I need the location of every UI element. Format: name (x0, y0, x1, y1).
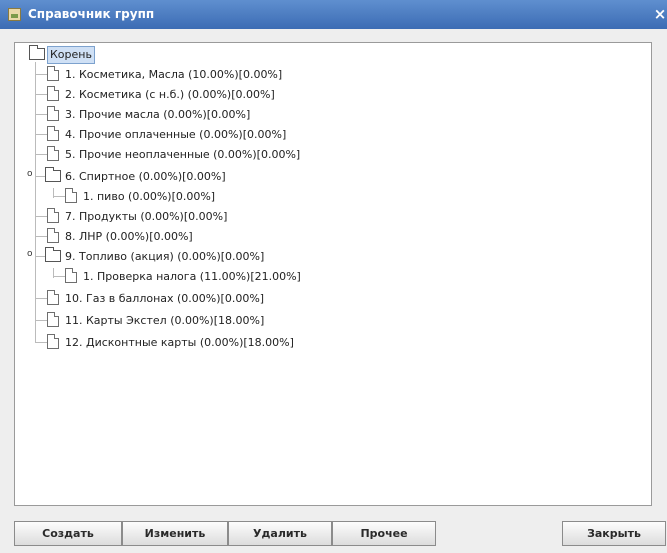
edit-button[interactable]: Изменить (122, 521, 228, 546)
tree-node[interactable]: 1. Проверка налога (11.00%)[21.00%] (15, 268, 415, 286)
tree-node-label: 8. ЛНР (0.00%)[0.00%] (65, 230, 193, 243)
delete-button[interactable]: Удалить (228, 521, 332, 546)
tree-node[interactable]: 10. Газ в баллонах (0.00%)[0.00%] (15, 290, 415, 308)
tree-node[interactable]: 8. ЛНР (0.00%)[0.00%] (15, 228, 415, 246)
folder-open-icon (45, 247, 61, 262)
file-icon (47, 334, 59, 349)
tree-node-label: 10. Газ в баллонах (0.00%)[0.00%] (65, 292, 265, 305)
tree-node-label: 1. Косметика, Масла (10.00%)[0.00%] (65, 68, 283, 81)
tree-node[interactable]: 1. пиво (0.00%)[0.00%] (15, 188, 415, 206)
tree-node-root[interactable]: Корень (15, 45, 215, 64)
file-icon (47, 66, 59, 81)
file-icon (47, 290, 59, 305)
tree-node-label: 6. Спиртное (0.00%)[0.00%] (65, 170, 226, 183)
group-tree[interactable]: Корень 1. Косметика, Масла (10.00%)[0.00… (14, 42, 652, 506)
tree-node[interactable]: 5. Прочие неоплаченные (0.00%)[0.00%] (15, 146, 415, 164)
close-button[interactable]: Закрыть (562, 521, 666, 546)
tree-node[interactable]: 2. Косметика (с н.б.) (0.00%)[0.00%] (15, 86, 415, 104)
tree-node-label: 9. Топливо (акция) (0.00%)[0.00%] (65, 250, 265, 263)
tree-node[interactable]: 11. Карты Экстел (0.00%)[18.00%] (15, 312, 415, 330)
file-icon (47, 126, 59, 141)
close-icon[interactable]: × (653, 4, 667, 24)
tree-node-label: 12. Дисконтные карты (0.00%)[18.00%] (65, 336, 294, 349)
tree-node-label: 11. Карты Экстел (0.00%)[18.00%] (65, 314, 265, 327)
folder-open-icon (45, 167, 61, 182)
tree-node[interactable]: 4. Прочие оплаченные (0.00%)[0.00%] (15, 126, 415, 144)
app-icon (8, 8, 21, 21)
create-button[interactable]: Создать (14, 521, 122, 546)
tree-node-label: 1. Проверка налога (11.00%)[21.00%] (83, 270, 301, 283)
title-bar: Справочник групп × (0, 0, 667, 29)
folder-open-icon (29, 45, 45, 60)
file-icon (65, 188, 77, 203)
expanded-toggle-icon[interactable]: o (27, 169, 33, 179)
tree-node-label: 1. пиво (0.00%)[0.00%] (83, 190, 216, 203)
file-icon (47, 228, 59, 243)
tree-node-label: 7. Продукты (0.00%)[0.00%] (65, 210, 228, 223)
tree-node-label: 5. Прочие неоплаченные (0.00%)[0.00%] (65, 148, 301, 161)
window-title: Справочник групп (28, 7, 155, 21)
file-icon (47, 208, 59, 223)
tree-node-folder[interactable]: o 6. Спиртное (0.00%)[0.00%] (15, 167, 415, 186)
tree-node-label: 4. Прочие оплаченные (0.00%)[0.00%] (65, 128, 287, 141)
file-icon (47, 312, 59, 327)
tree-node[interactable]: 12. Дисконтные карты (0.00%)[18.00%] (15, 334, 415, 352)
expanded-toggle-icon[interactable]: o (27, 249, 33, 259)
tree-node-label: Корень (47, 46, 95, 64)
tree-node[interactable]: 3. Прочие масла (0.00%)[0.00%] (15, 106, 415, 124)
file-icon (65, 268, 77, 283)
tree-node-label: 2. Косметика (с н.б.) (0.00%)[0.00%] (65, 88, 275, 101)
tree-node-label: 3. Прочие масла (0.00%)[0.00%] (65, 108, 251, 121)
tree-node[interactable]: 1. Косметика, Масла (10.00%)[0.00%] (15, 66, 415, 84)
file-icon (47, 106, 59, 121)
file-icon (47, 86, 59, 101)
file-icon (47, 146, 59, 161)
other-button[interactable]: Прочее (332, 521, 436, 546)
tree-node[interactable]: 7. Продукты (0.00%)[0.00%] (15, 208, 415, 226)
tree-node-folder[interactable]: o 9. Топливо (акция) (0.00%)[0.00%] (15, 247, 415, 266)
